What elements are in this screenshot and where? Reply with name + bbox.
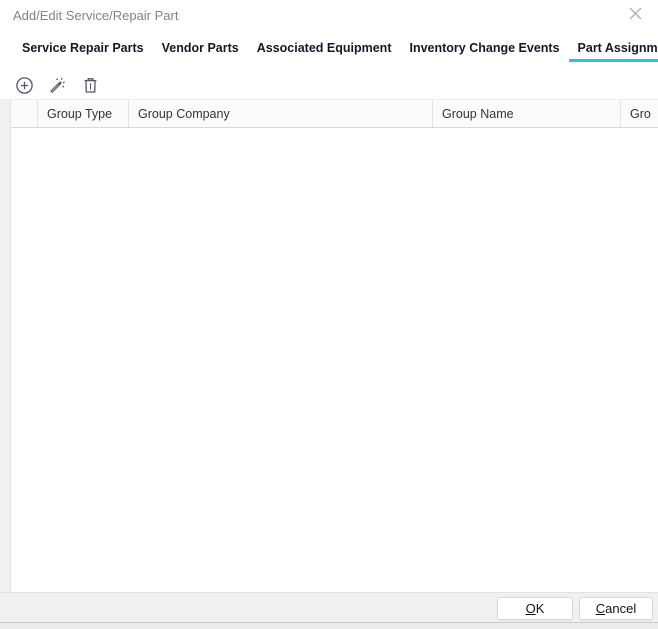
ok-button[interactable]: OK xyxy=(497,597,573,620)
grid-toolbar xyxy=(13,72,101,98)
title-bar: Add/Edit Service/Repair Part xyxy=(0,0,658,32)
close-button[interactable] xyxy=(625,6,645,26)
tab-associated-equipment[interactable]: Associated Equipment xyxy=(248,36,401,62)
dialog-content: Group Type Group Company Group Name Gro xyxy=(0,99,658,592)
part-assignments-grid: Group Type Group Company Group Name Gro xyxy=(10,99,658,592)
close-icon xyxy=(628,6,643,26)
delete-button[interactable] xyxy=(79,74,101,96)
trash-icon xyxy=(81,76,100,95)
add-button[interactable] xyxy=(13,74,35,96)
dialog-footer: OK Cancel xyxy=(0,592,658,622)
dialog-bottom-edge xyxy=(0,622,658,629)
window-title: Add/Edit Service/Repair Part xyxy=(13,8,178,23)
cancel-button-label: C xyxy=(596,601,605,616)
tab-service-repair-parts[interactable]: Service Repair Parts xyxy=(13,36,153,62)
cancel-button[interactable]: Cancel xyxy=(579,597,653,620)
column-header-group-company[interactable]: Group Company xyxy=(129,100,433,127)
tab-inventory-change-events[interactable]: Inventory Change Events xyxy=(400,36,568,62)
edit-button[interactable] xyxy=(46,74,68,96)
column-header-group-truncated[interactable]: Gro xyxy=(621,100,658,127)
tab-part-assignments[interactable]: Part Assignments xyxy=(569,36,658,62)
tab-bar: Service Repair Parts Vendor Parts Associ… xyxy=(13,36,658,62)
ok-button-label: O xyxy=(526,601,536,616)
magic-wand-icon xyxy=(48,76,67,95)
grid-header-row: Group Type Group Company Group Name Gro xyxy=(11,99,658,128)
tab-vendor-parts[interactable]: Vendor Parts xyxy=(153,36,248,62)
circle-plus-icon xyxy=(15,76,34,95)
column-header-group-type[interactable]: Group Type xyxy=(38,100,129,127)
column-header-indicator[interactable] xyxy=(11,100,38,127)
column-header-group-name[interactable]: Group Name xyxy=(433,100,621,127)
grid-body-empty[interactable] xyxy=(11,128,658,592)
